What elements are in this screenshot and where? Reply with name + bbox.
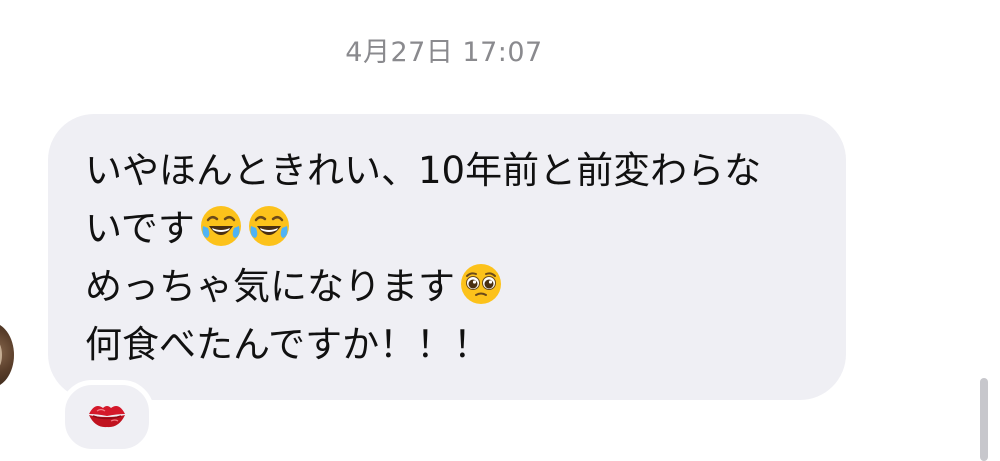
message-line-4: 何食べたんですか！！！: [85, 323, 491, 366]
chat-view: 4月27日 17:07 いやほんときれい、10年前と前変わらな いです めっちゃ…: [0, 0, 1000, 461]
avatar-highlight: [0, 340, 2, 370]
message-timestamp: 4月27日 17:07: [345, 37, 543, 68]
message-line-2: いです: [85, 207, 195, 250]
message-line-1: いやほんときれい、10年前と前変わらな: [85, 149, 762, 192]
pleading-face-icon: [459, 262, 503, 306]
scrollbar[interactable]: [980, 378, 988, 461]
sender-avatar[interactable]: [0, 322, 14, 388]
message-line-2-wrap: いです: [85, 200, 816, 258]
face-with-tears-of-joy-icon: [247, 204, 291, 248]
message-line-3: めっちゃ気になります: [85, 265, 455, 308]
kiss-mark-icon: [87, 400, 127, 434]
message-bubble[interactable]: いやほんときれい、10年前と前変わらな いです めっちゃ気になります 何食べたん…: [48, 114, 846, 400]
reaction-badge[interactable]: [60, 380, 154, 454]
message-text: いやほんときれい、10年前と前変わらな いです めっちゃ気になります 何食べたん…: [85, 142, 816, 374]
message-line-3-wrap: めっちゃ気になります: [85, 258, 816, 316]
face-with-tears-of-joy-icon: [199, 204, 243, 248]
